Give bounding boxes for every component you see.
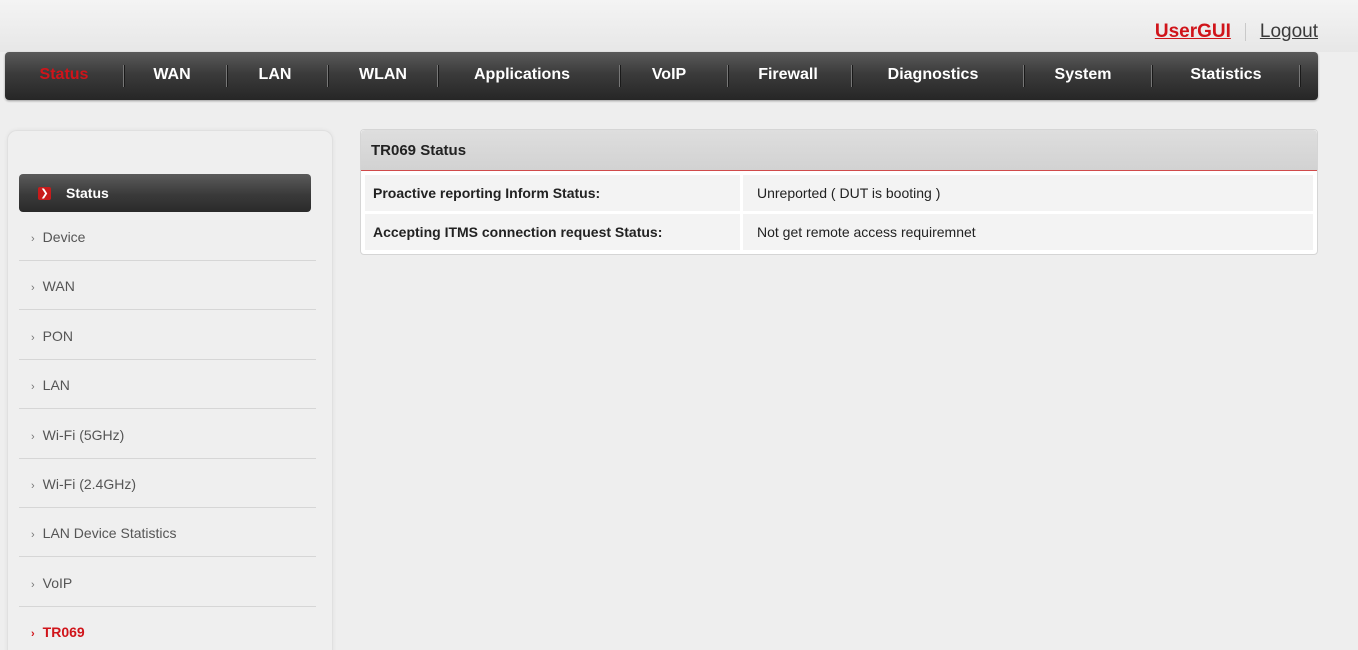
nav-tab-diagnostics[interactable]: Diagnostics	[871, 52, 995, 100]
bullet-chevron-icon: ›	[31, 233, 35, 245]
sidebar-item-label: VoIP	[42, 575, 73, 591]
sidebar-item-label: PON	[42, 328, 74, 344]
tr069-status-panel: TR069 Status Proactive reporting Inform …	[360, 129, 1318, 255]
usergui-link[interactable]: UserGUI	[1155, 21, 1231, 43]
bullet-chevron-icon: ›	[31, 282, 35, 294]
bullet-chevron-icon: ›	[31, 480, 35, 492]
sidebar-section-status[interactable]: ❯ Status	[19, 174, 311, 212]
sidebar-item-label: LAN	[42, 377, 70, 393]
nav-tab-system[interactable]: System	[1043, 52, 1123, 100]
row-value: Not get remote access requiremnet	[757, 224, 976, 240]
nav-separator	[437, 65, 438, 87]
bullet-chevron-icon: ›	[31, 529, 35, 541]
sidebar-item-pon[interactable]: › PON	[19, 311, 316, 360]
sidebar-item-label: LAN Device Statistics	[42, 525, 177, 541]
sidebar-item-tr069[interactable]: › TR069	[19, 607, 316, 650]
nav-tab-wan[interactable]: WAN	[142, 52, 202, 100]
nav-separator	[727, 65, 728, 87]
row-label: Accepting ITMS connection request Status…	[365, 214, 743, 250]
table-row: Accepting ITMS connection request Status…	[365, 214, 1313, 250]
bullet-chevron-icon: ›	[31, 381, 35, 393]
sidebar-item-label: TR069	[42, 624, 85, 640]
sidebar-item-wan[interactable]: › WAN	[19, 261, 316, 310]
nav-separator	[1151, 65, 1152, 87]
bullet-chevron-icon: ›	[31, 628, 35, 640]
table-row: Proactive reporting Inform Status: Unrep…	[365, 175, 1313, 211]
logout-link[interactable]: Logout	[1260, 21, 1318, 43]
nav-separator	[851, 65, 852, 87]
nav-tab-firewall[interactable]: Firewall	[745, 52, 831, 100]
sidebar-item-label: Device	[42, 229, 86, 245]
sidebar-item-voip[interactable]: › VoIP	[19, 558, 316, 607]
sidebar-item-label: Wi-Fi (2.4GHz)	[42, 476, 136, 492]
main-nav-bar: Status WAN LAN WLAN Applications VoIP Fi…	[5, 52, 1318, 100]
sidebar-item-device[interactable]: › Device	[19, 212, 316, 261]
nav-tab-wlan[interactable]: WLAN	[349, 52, 417, 100]
bullet-chevron-icon: ›	[31, 579, 35, 591]
nav-tab-voip[interactable]: VoIP	[639, 52, 699, 100]
nav-separator	[1023, 65, 1024, 87]
nav-separator	[327, 65, 328, 87]
bullet-chevron-icon: ›	[31, 332, 35, 344]
bullet-chevron-icon: ›	[31, 431, 35, 443]
panel-title: TR069 Status	[361, 130, 1317, 171]
sidebar-item-wifi-24ghz[interactable]: › Wi-Fi (2.4GHz)	[19, 459, 316, 508]
sidebar-item-lan-device-statistics[interactable]: › LAN Device Statistics	[19, 508, 316, 557]
nav-separator	[619, 65, 620, 87]
nav-tab-statistics[interactable]: Statistics	[1171, 52, 1281, 100]
sidebar-section-label: Status	[66, 185, 109, 201]
row-value: Unreported ( DUT is booting )	[757, 185, 941, 201]
row-label: Proactive reporting Inform Status:	[365, 175, 743, 211]
sidebar-item-label: Wi-Fi (5GHz)	[42, 427, 125, 443]
nav-separator	[226, 65, 227, 87]
nav-tab-lan[interactable]: LAN	[245, 52, 305, 100]
chevron-right-icon: ❯	[38, 187, 51, 200]
nav-tab-status[interactable]: Status	[29, 52, 99, 100]
nav-separator	[1299, 65, 1300, 87]
top-links: UserGUI Logout	[1155, 21, 1318, 43]
sidebar-item-lan[interactable]: › LAN	[19, 360, 316, 409]
link-separator	[1244, 23, 1246, 41]
nav-separator	[123, 65, 124, 87]
sidebar-item-wifi-5ghz[interactable]: › Wi-Fi (5GHz)	[19, 410, 316, 459]
nav-tab-applications[interactable]: Applications	[457, 52, 587, 100]
sidebar-item-label: WAN	[42, 278, 75, 294]
